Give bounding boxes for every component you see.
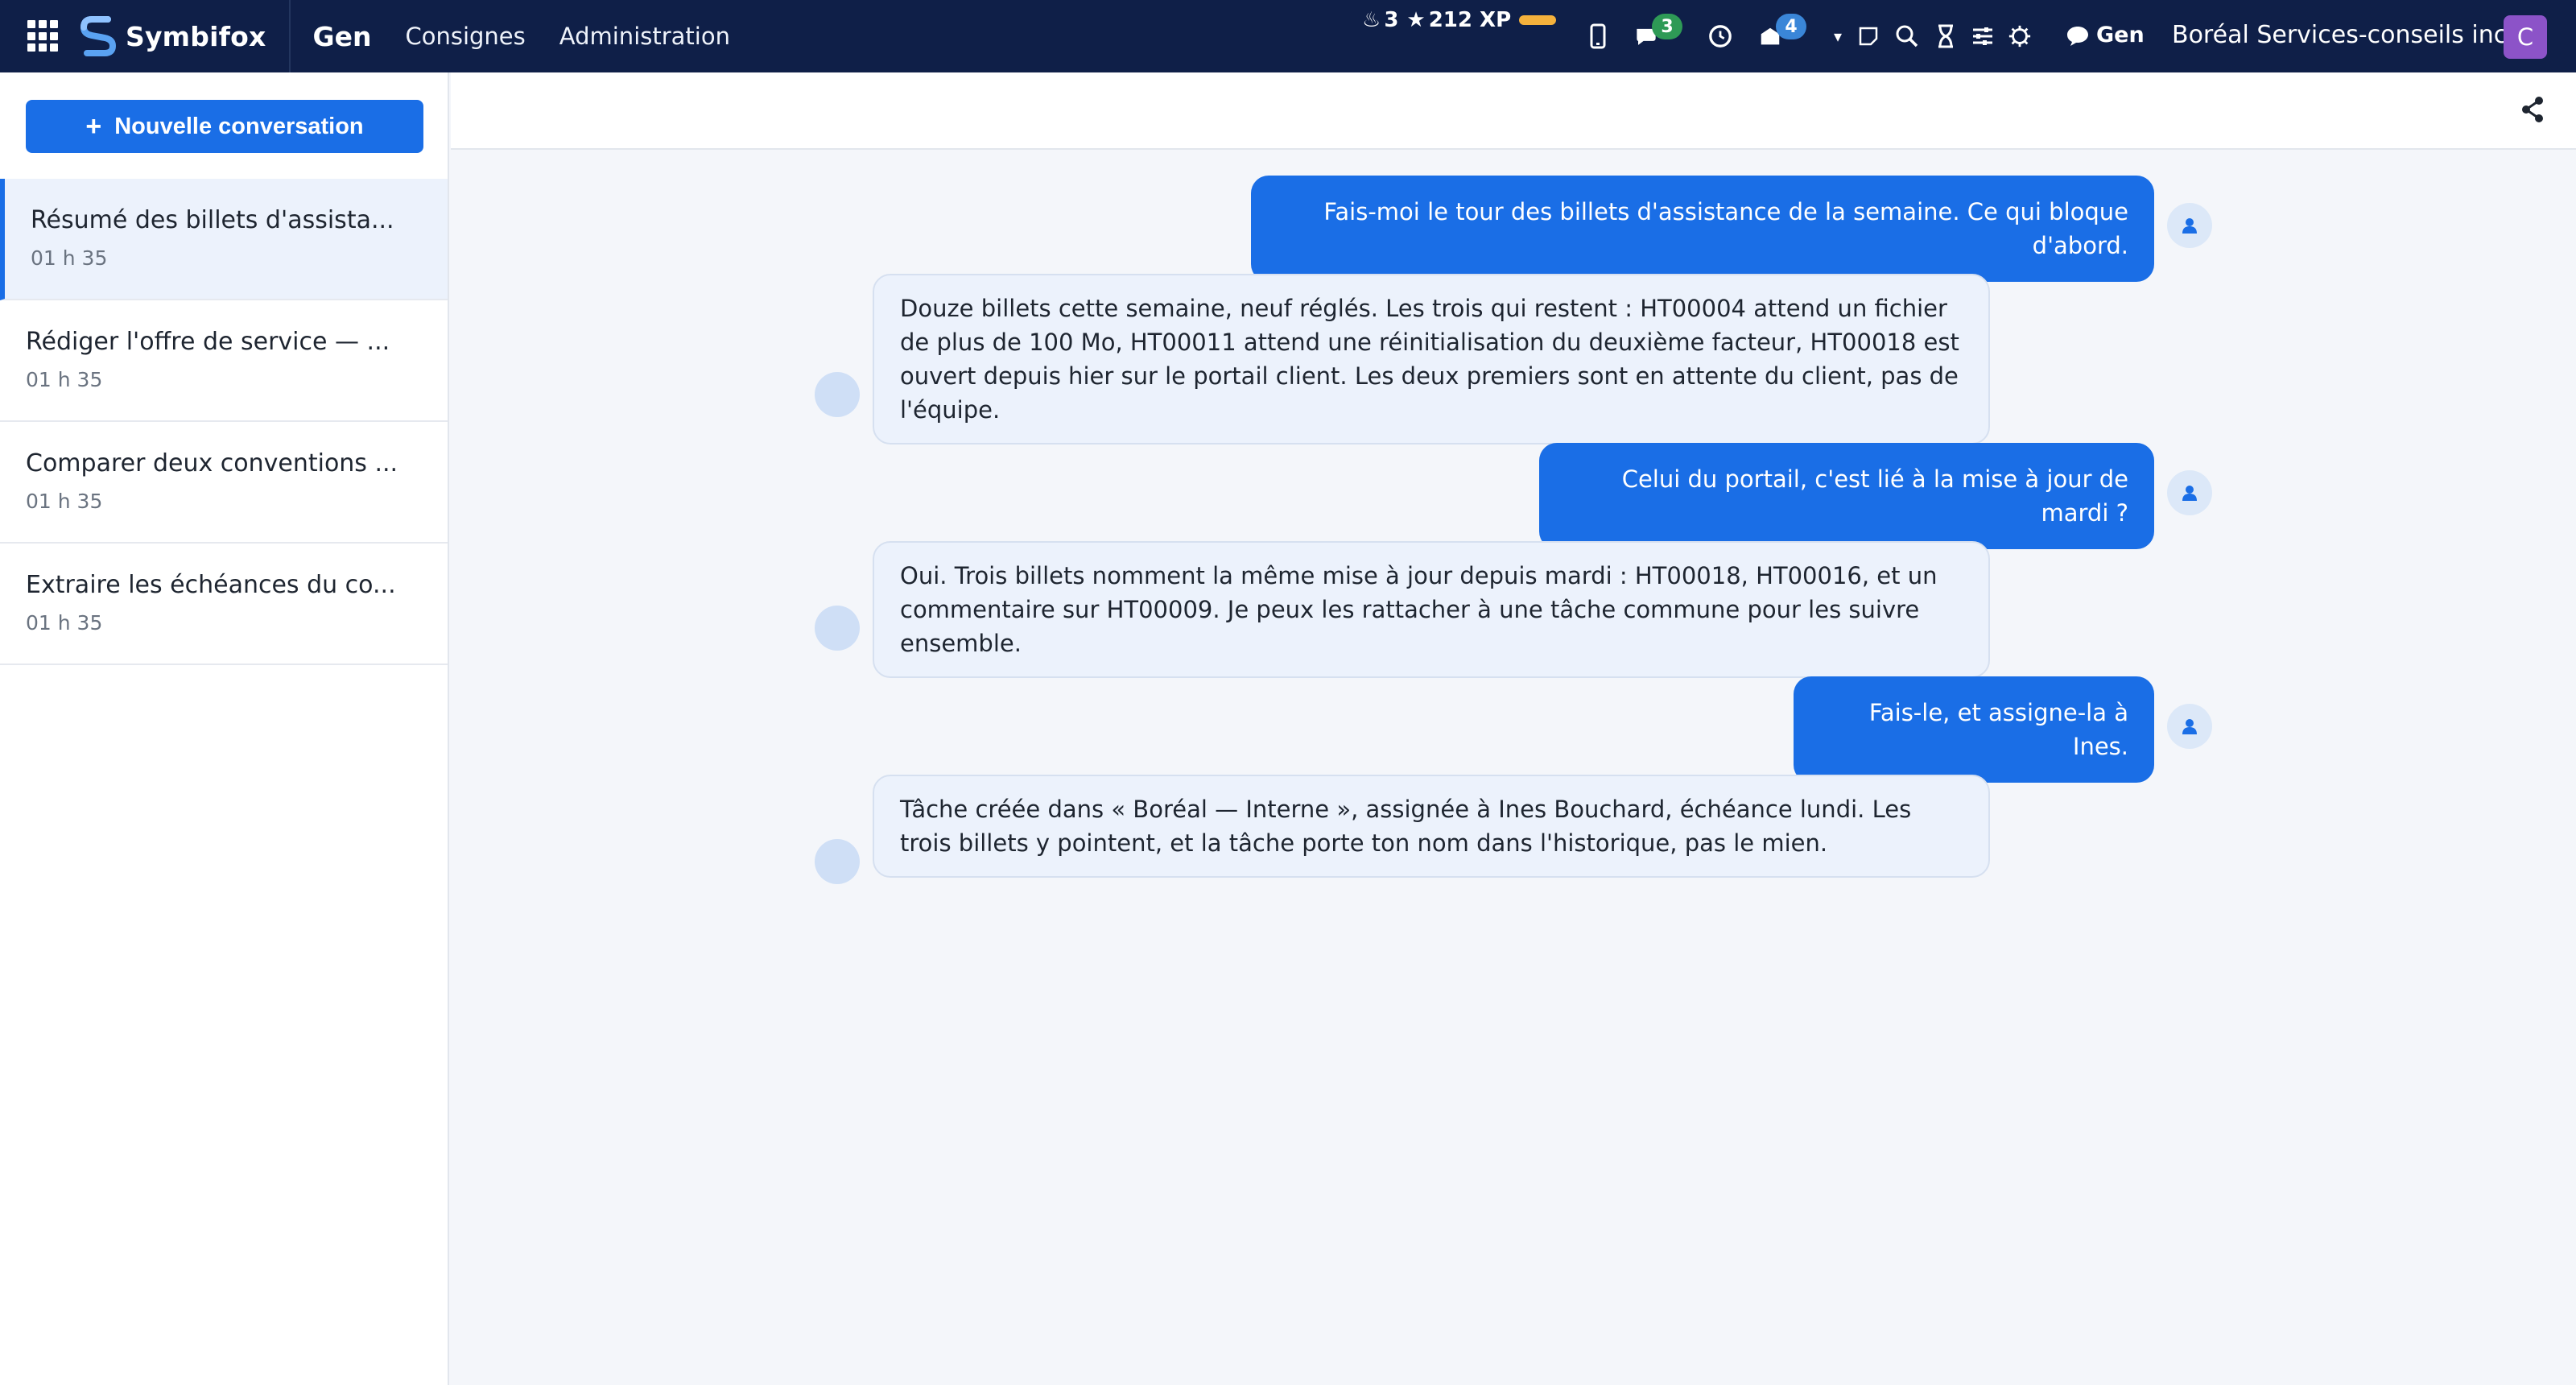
- conversation-title: Rédiger l'offre de service — ...: [26, 328, 390, 356]
- user-avatar-icon: [2167, 470, 2212, 515]
- assistant-message: Oui. Trois billets nomment la même mise …: [873, 541, 1990, 678]
- assistant-avatar-icon: [815, 839, 860, 884]
- conversation-time: 01 h 35: [26, 368, 103, 391]
- user-message: Fais-le, et assigne-la à Ines.: [1794, 676, 2154, 783]
- nav-link-consignes[interactable]: Consignes: [405, 23, 525, 50]
- hourglass-icon[interactable]: [1934, 20, 1958, 52]
- conversation-item[interactable]: Rédiger l'offre de service — ... 01 h 35: [0, 300, 448, 422]
- conversation-title: Résumé des billets d'assista...: [31, 206, 394, 234]
- assistant-avatar-icon: [815, 606, 860, 651]
- activity-badge: 4: [1776, 14, 1806, 39]
- user-avatar-icon: [2167, 203, 2212, 248]
- plus-icon: +: [85, 110, 102, 142]
- conversation-list: Résumé des billets d'assista... 01 h 35 …: [0, 179, 448, 665]
- assistant-avatar-icon: [815, 372, 860, 417]
- app-name[interactable]: Gen: [313, 21, 372, 52]
- conversation-title: Comparer deux conventions ...: [26, 449, 398, 478]
- conversation-sidebar: + Nouvelle conversation Résumé des bille…: [0, 72, 449, 1385]
- clock-icon[interactable]: [1708, 20, 1732, 52]
- conversation-time: 01 h 35: [26, 611, 103, 635]
- conversation-time: 01 h 35: [26, 490, 103, 513]
- new-conversation-label: Nouvelle conversation: [114, 113, 364, 139]
- chat-header: [451, 72, 2576, 150]
- navbar-icons: 3 4 ▾: [1586, 0, 2032, 72]
- conversation-item-active[interactable]: Résumé des billets d'assista... 01 h 35: [0, 179, 448, 300]
- user-message: Fais-moi le tour des billets d'assistanc…: [1251, 176, 2154, 282]
- user-avatar[interactable]: C: [2504, 15, 2547, 59]
- theme-toggle-icon[interactable]: [2008, 20, 2032, 52]
- assistant-message: Douze billets cette semaine, neuf réglés…: [873, 274, 1990, 444]
- xp-value: 212 XP: [1428, 8, 1512, 32]
- user-avatar-icon: [2167, 704, 2212, 749]
- gen-chat-button[interactable]: Gen: [2066, 23, 2145, 48]
- brand-name: Symbifox: [126, 20, 266, 52]
- gen-chat-label: Gen: [2096, 23, 2145, 48]
- new-conversation-button[interactable]: + Nouvelle conversation: [26, 100, 423, 153]
- conversation-title: Extraire les échéances du co...: [26, 571, 396, 599]
- caret-down-icon[interactable]: ▾: [1831, 20, 1845, 52]
- user-message: Celui du portail, c'est lié à la mise à …: [1539, 443, 2154, 549]
- streak-count: 3: [1384, 8, 1399, 32]
- discuss-badge: 3: [1652, 14, 1682, 39]
- note-icon[interactable]: [1856, 20, 1880, 52]
- apps-grid-icon[interactable]: [27, 20, 60, 52]
- company-switcher[interactable]: Boréal Services-conseils inc.: [2172, 21, 2515, 49]
- nav-link-administration[interactable]: Administration: [559, 23, 730, 50]
- discuss-icon[interactable]: 3: [1634, 14, 1682, 52]
- assistant-message: Tâche créée dans « Boréal — Interne », a…: [873, 775, 1990, 878]
- chat-bubble-icon: [2067, 26, 2088, 46]
- conversation-item[interactable]: Comparer deux conventions ... 01 h 35: [0, 422, 448, 544]
- top-navbar: Symbifox Gen Consignes Administration ♨ …: [0, 0, 2576, 72]
- sliders-icon[interactable]: [1971, 20, 1995, 52]
- flame-icon: ♨: [1362, 8, 1381, 32]
- star-icon: ★: [1406, 8, 1426, 32]
- conversation-time: 01 h 35: [31, 246, 108, 270]
- conversation-item[interactable]: Extraire les échéances du co... 01 h 35: [0, 544, 448, 665]
- search-icon[interactable]: [1895, 20, 1919, 52]
- gamification-status[interactable]: ♨ 3 ★ 212 XP: [1362, 8, 1557, 32]
- activity-icon[interactable]: 4: [1758, 14, 1806, 52]
- brand[interactable]: Symbifox: [80, 0, 291, 72]
- mobile-icon[interactable]: [1586, 20, 1610, 52]
- share-icon[interactable]: [2520, 95, 2545, 124]
- symbifox-logo-icon: [80, 16, 117, 56]
- xp-progress-bar: [1519, 15, 1557, 25]
